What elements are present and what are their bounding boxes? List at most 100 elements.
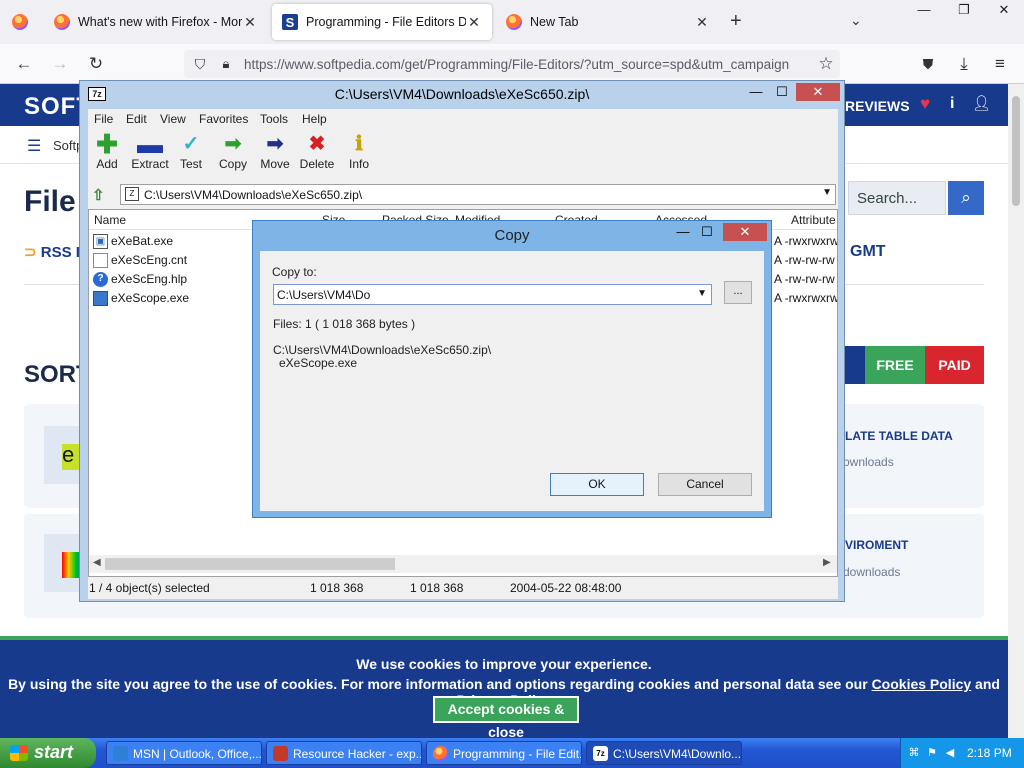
ok-button[interactable]: OK [550, 473, 644, 496]
copy-destination-combo[interactable]: C:\Users\VM4\Do ▼ [273, 284, 712, 305]
clock[interactable]: 2:18 PM [967, 746, 1012, 760]
search-icon[interactable]: ⌕ [948, 181, 984, 215]
maximize-icon[interactable]: ☐ [697, 223, 717, 241]
url-bar[interactable]: ⛉ 🔒︎ https://www.softpedia.com/get/Progr… [184, 50, 840, 78]
user-icon[interactable]: 👤︎ [972, 94, 991, 112]
tab-label: What's new with Firefox - More [78, 15, 242, 29]
column-header[interactable]: Name [94, 213, 126, 227]
app-menu-icon[interactable]: ≡ [988, 52, 1012, 76]
tab-programming[interactable]: S Programming - File Editors Dow ✕ [272, 4, 492, 40]
card-subtitle: downloads [843, 565, 901, 579]
cancel-button[interactable]: Cancel [658, 473, 752, 496]
close-icon[interactable]: ✕ [984, 0, 1024, 20]
window-titlebar[interactable]: 7z C:\Users\VM4\Downloads\eXeSc650.zip\ … [80, 81, 844, 107]
task-label: C:\Users\VM4\Downlo... [613, 747, 742, 761]
firefox-menu-tab[interactable] [2, 4, 40, 40]
scrollbar-thumb[interactable] [105, 558, 395, 570]
close-icon[interactable]: ✕ [723, 223, 767, 241]
chevron-down-icon[interactable]: ▼ [822, 187, 832, 198]
file-name: eXeScope.exe [111, 291, 190, 305]
menu-tools[interactable]: Tools [260, 112, 288, 126]
new-tab-button[interactable]: + [730, 10, 742, 33]
close-icon[interactable]: ✕ [694, 14, 710, 31]
card-title[interactable]: VIROMENT [845, 538, 908, 552]
task-label: MSN | Outlook, Office,... [133, 747, 262, 761]
paid-filter-button[interactable]: PAID [925, 346, 984, 384]
file-attributes: A -rwxrwxrw [774, 291, 837, 305]
forward-icon[interactable]: → [48, 52, 72, 76]
scroll-right-icon[interactable]: ▶ [823, 557, 831, 568]
tab-new-tab[interactable]: New Tab ✕ [496, 4, 720, 40]
accept-cookies-button[interactable]: Accept cookies & close [433, 696, 579, 740]
resource-hacker-icon [273, 746, 288, 761]
volume-icon[interactable]: ◀ [943, 746, 957, 760]
delete-button[interactable]: ✖ Delete [295, 133, 339, 171]
close-icon[interactable]: ✕ [466, 14, 482, 31]
reload-icon[interactable]: ↻ [84, 52, 108, 76]
reviews-link[interactable]: REVIEWS [845, 98, 910, 114]
menu-view[interactable]: View [160, 112, 186, 126]
network-icon[interactable]: ⌘ [907, 746, 921, 760]
minimize-icon[interactable]: — [904, 0, 944, 20]
document-file-icon [93, 253, 108, 268]
column-header[interactable]: Attribute [791, 213, 836, 227]
info-icon[interactable]: i [950, 95, 954, 113]
browse-button[interactable]: ... [724, 281, 752, 304]
menu-file[interactable]: File [94, 112, 113, 126]
scrollbar-thumb[interactable] [1012, 96, 1020, 206]
taskbar-item-msn[interactable]: MSN | Outlook, Office,... [106, 741, 262, 765]
test-button[interactable]: ✓ Test [169, 133, 213, 171]
restore-icon[interactable]: ❐ [944, 0, 984, 20]
list-all-tabs-icon[interactable]: ⌄ [850, 12, 862, 29]
safely-remove-icon[interactable]: ⚑ [925, 746, 939, 760]
taskbar-item-firefox[interactable]: Programming - File Edit... [426, 741, 582, 765]
address-combo[interactable]: Z C:\Users\VM4\Downloads\eXeSc650.zip\ ▼ [120, 184, 836, 205]
tool-label: Info [348, 157, 369, 171]
menu-help[interactable]: Help [302, 112, 327, 126]
maximize-icon[interactable]: ☐ [770, 83, 794, 101]
tab-whats-new[interactable]: What's new with Firefox - More ✕ [44, 4, 268, 40]
status-packed: 1 018 368 [410, 581, 464, 595]
taskbar-item-resource-hacker[interactable]: Resource Hacker - exp... [266, 741, 422, 765]
heart-icon[interactable]: ♥ [920, 94, 930, 114]
menu-edit[interactable]: Edit [126, 112, 147, 126]
shield-icon[interactable]: ⛉ [188, 52, 212, 76]
chevron-down-icon[interactable]: ▼ [697, 288, 707, 299]
card-title[interactable]: LATE TABLE DATA [845, 429, 953, 443]
taskbar: start MSN | Outlook, Office,... Resource… [0, 738, 1024, 768]
bookmark-star-icon[interactable]: ☆ [814, 52, 838, 76]
downloads-icon[interactable]: ⤓ [952, 52, 976, 76]
extract-button[interactable]: ▬ Extract [128, 131, 172, 171]
status-bar: 1 / 4 object(s) selected 1 018 368 1 018… [88, 577, 838, 599]
rss-link[interactable]: ⊃ RSS I [24, 243, 80, 261]
site-search-input[interactable]: Search... [848, 181, 946, 215]
move-button[interactable]: ➡ Move [253, 133, 297, 171]
back-icon[interactable]: ← [12, 52, 36, 76]
copy-button[interactable]: ➡ Copy [211, 133, 255, 171]
tool-label: Copy [218, 157, 247, 171]
hamburger-icon[interactable]: ☰ [27, 136, 41, 156]
url-text[interactable]: https://www.softpedia.com/get/Programmin… [244, 57, 804, 72]
start-button[interactable]: start [0, 738, 96, 768]
cookies-policy-link[interactable]: Cookies Policy [872, 676, 972, 692]
close-icon[interactable]: ✕ [242, 14, 258, 31]
minimize-icon[interactable]: — [744, 83, 768, 101]
dialog-body: Copy to: C:\Users\VM4\Do ▼ ... Files: 1 … [260, 251, 764, 511]
free-filter-button[interactable]: FREE [865, 346, 925, 384]
close-icon[interactable]: ✕ [796, 83, 840, 101]
folder-up-icon[interactable]: ⇧ [92, 186, 110, 204]
scroll-left-icon[interactable]: ◀ [93, 557, 101, 568]
taskbar-item-7zip[interactable]: 7z C:\Users\VM4\Downlo... [586, 741, 742, 765]
horizontal-scrollbar[interactable]: ◀ ▶ [89, 555, 837, 573]
minimize-icon[interactable]: — [673, 223, 693, 241]
lock-icon[interactable]: 🔒︎ [214, 52, 238, 76]
file-attributes: A -rwxrwxrw [774, 234, 837, 248]
copy-destination-value[interactable]: C:\Users\VM4\Do [277, 288, 370, 302]
firefox-icon [433, 746, 448, 761]
add-button[interactable]: ✚ Add [85, 131, 129, 171]
page-scrollbar[interactable] [1008, 84, 1024, 738]
menu-favorites[interactable]: Favorites [199, 112, 248, 126]
filter-all-button[interactable] [845, 346, 865, 384]
pocket-icon[interactable]: ⛊ [916, 52, 940, 76]
info-button[interactable]: ℹ Info [337, 133, 381, 171]
